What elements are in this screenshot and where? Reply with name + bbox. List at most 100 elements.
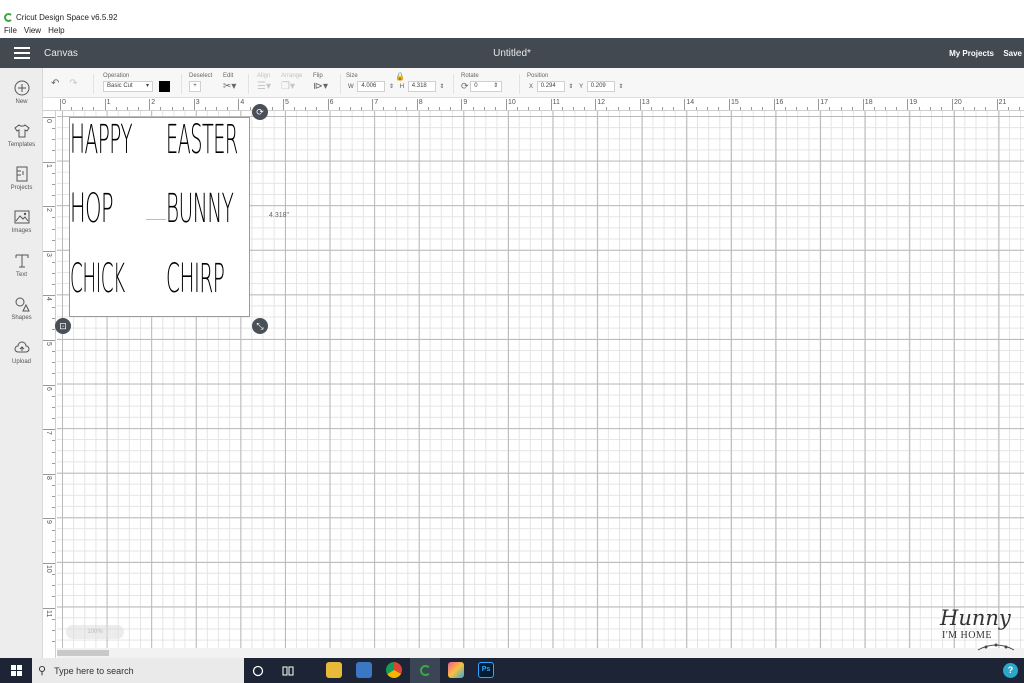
y-stepper-icon[interactable]: ⇕ — [618, 83, 623, 90]
rotate-group: Rotate ⟳ 0 ⇕ — [461, 73, 503, 92]
zoom-control[interactable]: 100% — [66, 625, 124, 639]
sidebar-item-label: Text — [15, 272, 27, 278]
sidebar-item-upload[interactable]: Upload — [0, 340, 43, 365]
lock-icon[interactable]: 🔒 — [395, 72, 405, 81]
ruler-tick — [372, 99, 374, 110]
redo-icon[interactable]: ↷ — [69, 78, 77, 89]
hamburger-menu-icon[interactable] — [14, 47, 30, 59]
center-crosshair — [146, 219, 166, 220]
start-button[interactable] — [0, 658, 32, 683]
edit-group: Edit ✂▾ — [223, 73, 236, 92]
ruler-top-label: 10 — [508, 99, 516, 106]
sidebar-item-label: Images — [11, 228, 32, 234]
my-projects-button[interactable]: My Projects — [949, 49, 994, 58]
ruler-tick — [416, 99, 418, 110]
height-stepper-icon[interactable]: ⇕ — [439, 83, 444, 90]
selected-design-group[interactable]: HAPPY EASTER HOP BUNNY CHICK CHIRP — [69, 117, 250, 317]
horizontal-scrollbar[interactable] — [57, 648, 1024, 658]
ruler-left-label: 2 — [45, 208, 52, 213]
scrollbar-thumb[interactable] — [57, 650, 109, 656]
ruler-top-label: 1 — [106, 99, 111, 106]
save-button[interactable]: Save — [1003, 49, 1022, 58]
rotate-input[interactable]: 0 ⇕ — [470, 81, 503, 92]
lock-handle-icon[interactable]: ⊡ — [55, 318, 71, 334]
menu-help[interactable]: Help — [48, 26, 64, 38]
operation-group: Operation Basic Cut ▾ — [103, 73, 170, 92]
cortana-icon[interactable] — [252, 658, 266, 683]
watermark-script: Hunny — [940, 606, 1011, 630]
y-position-input[interactable]: 0.209 — [586, 81, 615, 92]
width-stepper-icon[interactable]: ⇕ — [389, 83, 394, 90]
paint-app-icon[interactable] — [448, 662, 464, 678]
menu-view[interactable]: View — [24, 26, 41, 38]
ruler-tick — [52, 195, 55, 197]
height-input[interactable]: 4.318 — [407, 81, 436, 92]
ruler-tick — [283, 99, 284, 110]
sidebar-item-new[interactable]: New — [0, 80, 43, 105]
ruler-tick — [43, 340, 55, 341]
ruler-tick — [52, 618, 55, 620]
ruler-left-label: 1 — [45, 163, 52, 168]
ruler-tick — [52, 261, 55, 263]
undo-icon[interactable]: ↶ — [51, 78, 59, 89]
edit-scissors-icon[interactable]: ✂▾ — [223, 81, 236, 92]
arrange-label: Arrange — [281, 73, 303, 79]
sidebar-item-shapes[interactable]: Shapes — [0, 296, 43, 321]
watermark-subtitle: I'M HOME — [942, 630, 992, 641]
ruler-tick — [461, 99, 463, 110]
ruler-tick — [907, 99, 909, 110]
ruler-left-label: 8 — [45, 475, 52, 480]
menu-file[interactable]: File — [4, 26, 17, 38]
ruler-left-label: 10 — [45, 565, 52, 573]
sidebar-item-label: New — [15, 99, 28, 105]
store-icon[interactable] — [356, 662, 372, 678]
ruler-top-label: 8 — [418, 99, 423, 106]
upload-cloud-icon — [14, 340, 30, 356]
position-group: Position X 0.294 ⇕ Y 0.209 ⇕ — [527, 73, 625, 92]
sidebar-item-text[interactable]: Text — [0, 253, 43, 278]
resize-handle-icon[interactable]: ⤡ — [252, 318, 268, 334]
photoshop-icon[interactable]: Ps — [478, 662, 494, 678]
deselect-label: Deselect — [189, 73, 213, 79]
rotate-handle-icon[interactable]: ⟳ — [252, 104, 268, 120]
align-icon[interactable]: ☰▾ — [257, 81, 271, 92]
width-input[interactable]: 4.006 — [357, 81, 386, 92]
cricut-taskbar-icon[interactable] — [410, 658, 440, 683]
ruler-top-label: 6 — [329, 99, 334, 106]
operation-label: Operation — [103, 73, 130, 79]
x-position-input[interactable]: 0.294 — [536, 81, 565, 92]
ruler-tick — [43, 563, 55, 564]
color-swatch[interactable] — [158, 81, 170, 92]
flip-icon[interactable]: ⧐▾ — [313, 81, 328, 92]
x-label: X — [529, 83, 534, 90]
taskbar-search-box[interactable]: ⚲ Type here to search — [32, 658, 244, 683]
deselect-button[interactable]: + — [189, 81, 201, 92]
file-explorer-icon[interactable] — [326, 662, 342, 678]
ruler-tick — [818, 99, 820, 110]
ruler-top-label: 9 — [463, 99, 468, 106]
ruler-tick — [862, 99, 864, 110]
ruler-tick — [639, 99, 641, 110]
sidebar-item-images[interactable]: Images — [0, 209, 43, 234]
sidebar-item-templates[interactable]: Templates — [0, 123, 43, 148]
align-label: Align — [257, 73, 271, 79]
x-stepper-icon[interactable]: ⇕ — [568, 83, 573, 90]
ruler-tick — [52, 351, 55, 353]
ruler-top-label: 15 — [731, 99, 739, 106]
ruler-top-label: 7 — [374, 99, 379, 106]
ruler-tick — [43, 161, 55, 163]
ruler-top-label: 0 — [62, 99, 66, 106]
sidebar-item-projects[interactable]: Projects — [0, 166, 43, 191]
help-question-icon[interactable]: ? — [1003, 663, 1018, 678]
flip-label: Flip — [313, 73, 323, 79]
ruler-tick — [52, 284, 55, 286]
width-label: W — [348, 83, 354, 90]
chrome-icon[interactable] — [386, 662, 402, 678]
sidebar-item-label: Shapes — [11, 315, 32, 321]
ruler-top-label: 16 — [775, 99, 784, 106]
task-view-icon[interactable] — [282, 658, 296, 683]
arrange-icon[interactable]: ❐▾ — [281, 81, 295, 92]
height-label: H — [399, 83, 405, 90]
operation-select[interactable]: Basic Cut ▾ — [103, 81, 153, 92]
tshirt-icon — [13, 123, 30, 139]
